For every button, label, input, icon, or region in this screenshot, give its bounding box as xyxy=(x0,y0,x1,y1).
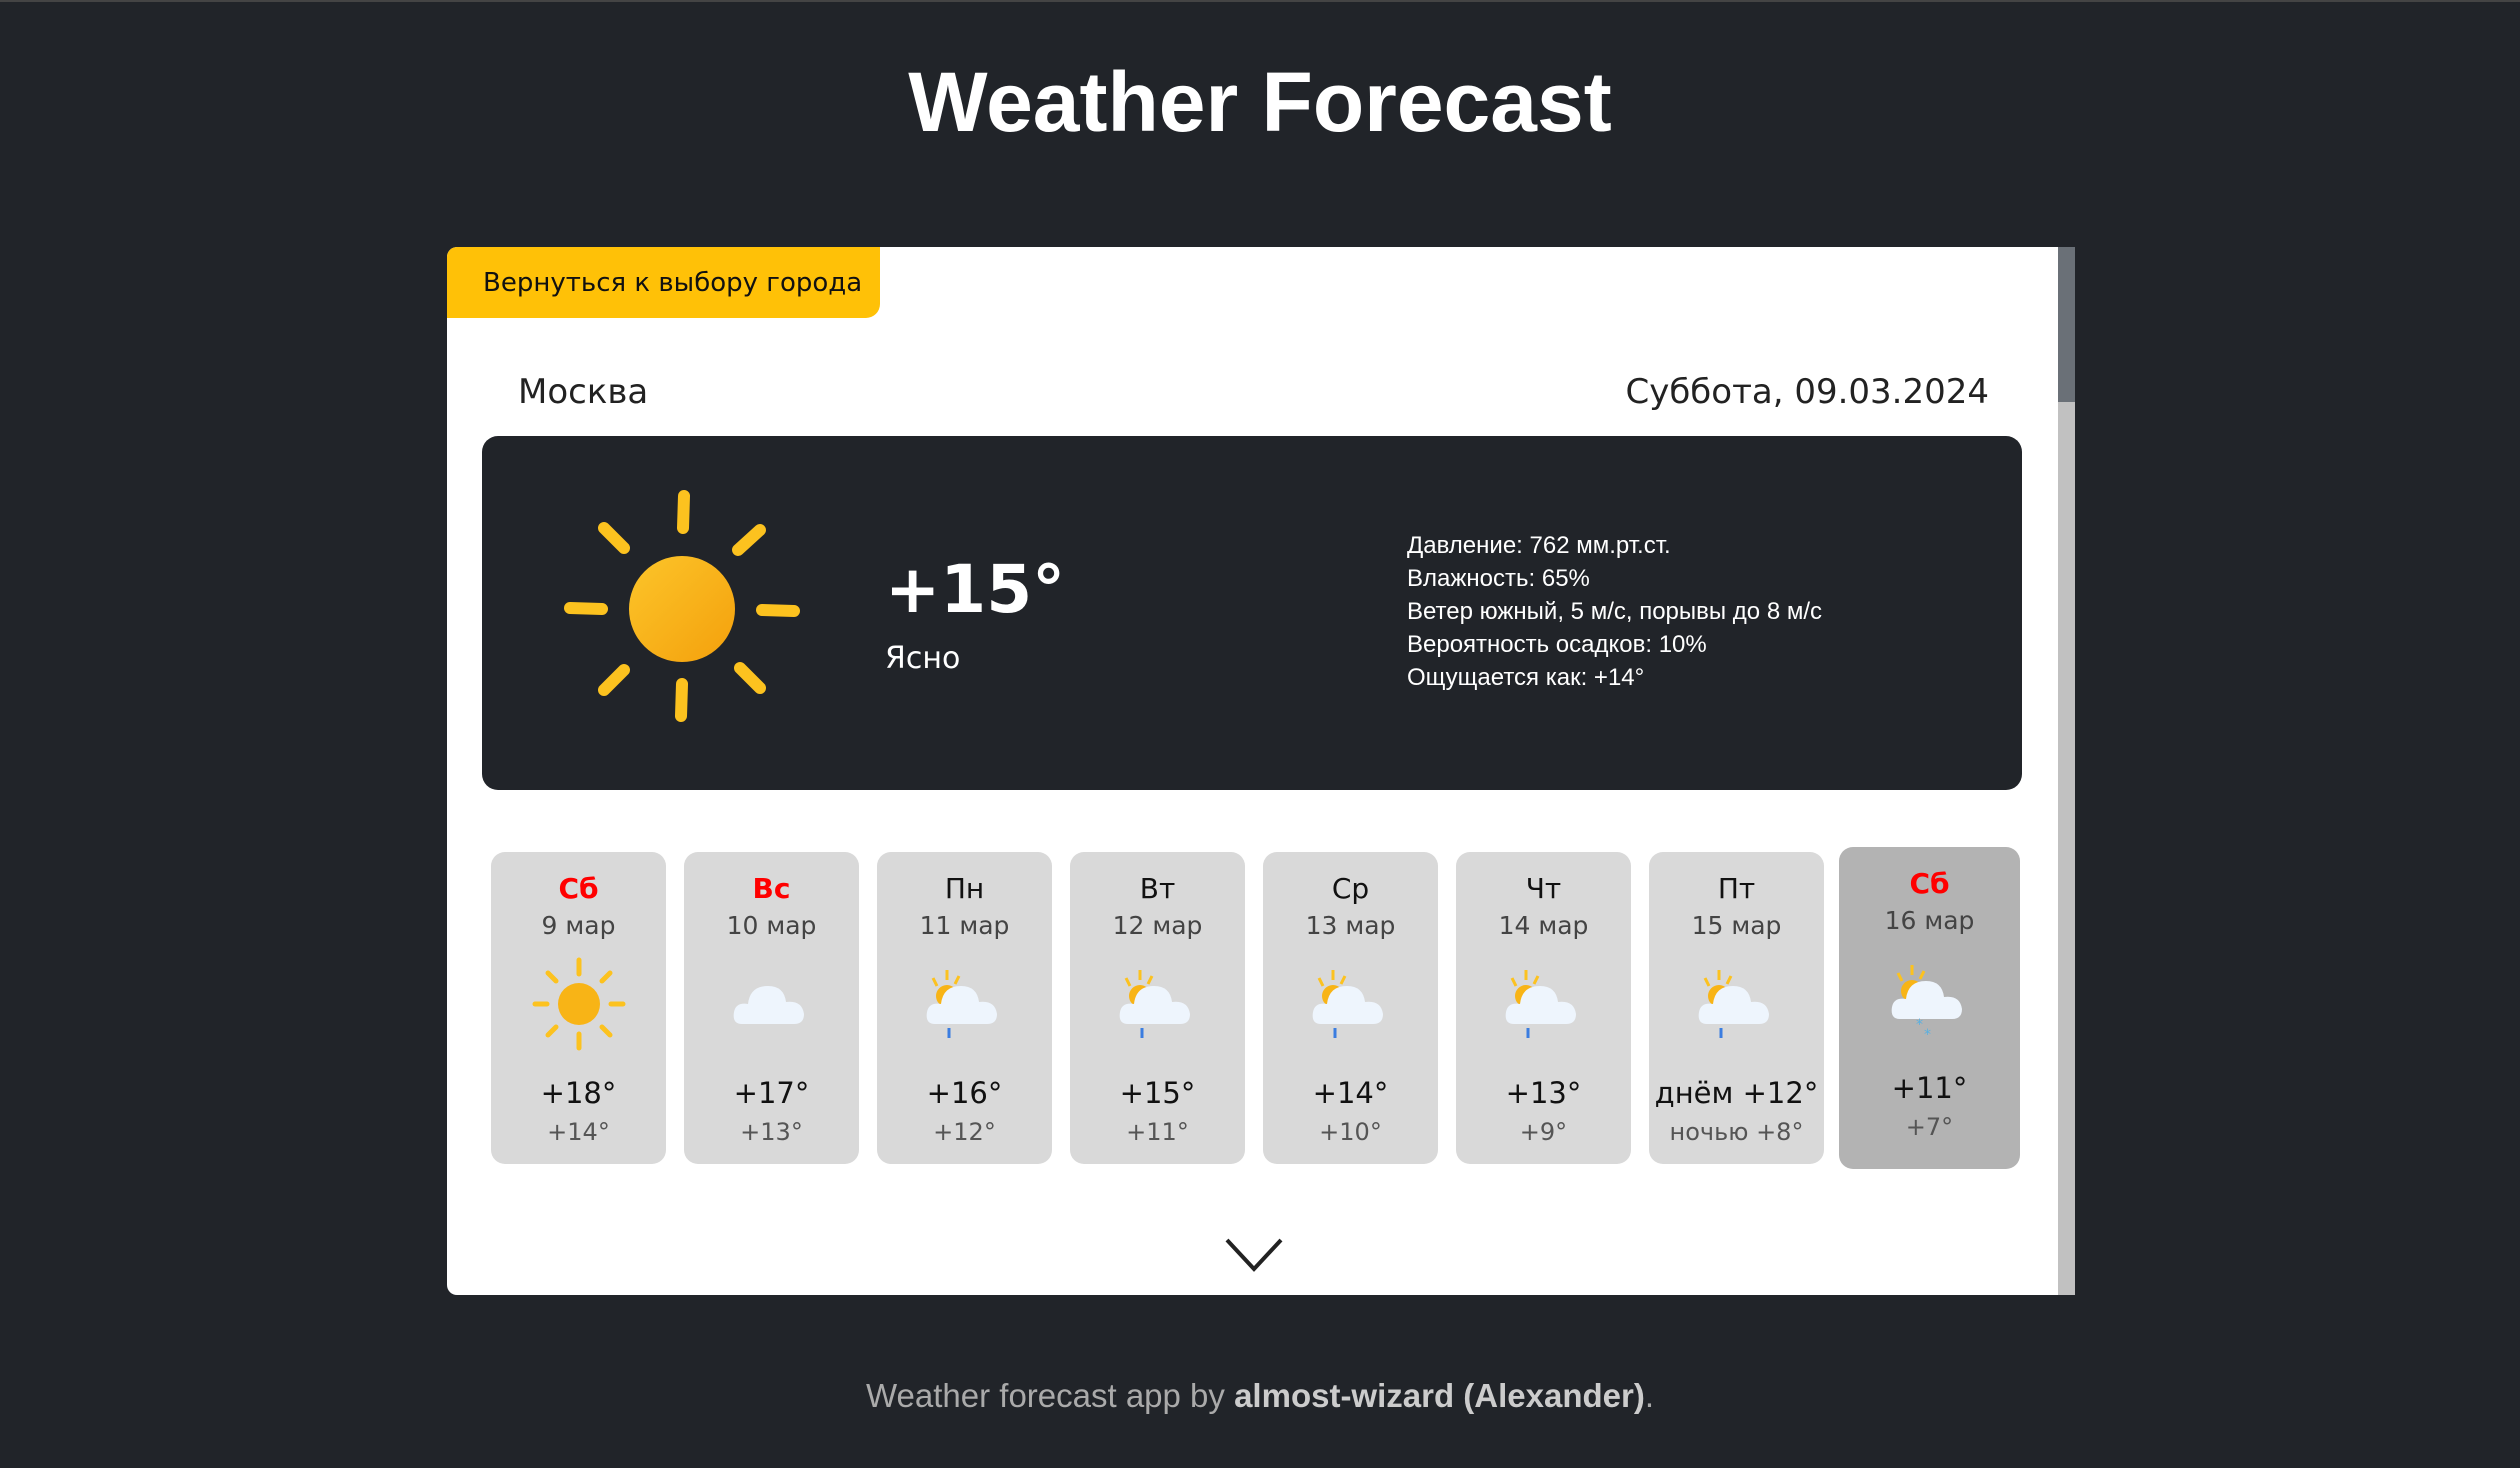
day-name: Пн xyxy=(944,872,985,905)
day-date: 16 мар xyxy=(1884,906,1975,935)
day-high-temp: +11° xyxy=(1891,1071,1968,1105)
day-high-temp: +15° xyxy=(1119,1076,1196,1110)
svg-text:*: * xyxy=(1924,1027,1931,1043)
day-low-temp: +7° xyxy=(1905,1113,1954,1141)
day-high-temp: +16° xyxy=(926,1076,1003,1110)
footer: Weather forecast app by almost-wizard (A… xyxy=(865,1377,1655,1414)
day-low-temp: +12° xyxy=(933,1118,996,1146)
day-card[interactable]: Чт 14 мар +13° +9° xyxy=(1456,852,1631,1164)
forecast-card: Вернуться к выбору города Москва Суббота… xyxy=(447,247,2075,1295)
sun-icon xyxy=(529,954,629,1054)
weather-details: Давление: 762 мм.рт.ст. Влажность: 65% В… xyxy=(1407,529,1822,694)
day-name: Вс xyxy=(752,872,791,905)
day-date: 13 мар xyxy=(1305,911,1396,940)
current-temperature: +15° xyxy=(885,551,1066,628)
day-date: 12 мар xyxy=(1112,911,1203,940)
day-name: Сб xyxy=(1909,867,1950,900)
precipitation: Вероятность осадков: 10% xyxy=(1407,631,1707,658)
sun-icon xyxy=(564,490,800,722)
day-date: 11 мар xyxy=(919,911,1010,940)
city-name: Москва xyxy=(518,372,649,412)
day-card[interactable]: Сб 9 мар +18° +14° xyxy=(491,852,666,1164)
day-date: 14 мар xyxy=(1498,911,1589,940)
day-low-temp: +13° xyxy=(740,1118,803,1146)
day-card[interactable]: Вс 10 мар +17° +13° xyxy=(684,852,859,1164)
day-low-temp: +9° xyxy=(1519,1118,1568,1146)
rain-icon xyxy=(1687,954,1787,1054)
pressure: Давление: 762 мм.рт.ст. xyxy=(1407,532,1671,559)
day-high-temp: +14° xyxy=(1312,1076,1389,1110)
back-to-city-button[interactable]: Вернуться к выбору города xyxy=(447,247,880,318)
day-high-temp: +17° xyxy=(733,1076,810,1110)
day-name: Сб xyxy=(558,872,599,905)
day-card[interactable]: Сб 16 мар * * +11° +7° xyxy=(1839,847,2020,1169)
svg-text:*: * xyxy=(1916,1017,1923,1033)
current-date: Суббота, 09.03.2024 xyxy=(1625,372,1989,412)
day-low-temp: +14° xyxy=(547,1118,610,1146)
day-low-temp: ночью +8° xyxy=(1669,1118,1804,1146)
day-card[interactable]: Вт 12 мар +15° +11° xyxy=(1070,852,1245,1164)
rain-icon xyxy=(1301,954,1401,1054)
snow-icon: * * xyxy=(1880,949,1980,1049)
day-high-temp: днём +12° xyxy=(1654,1076,1819,1110)
rain-icon xyxy=(1494,954,1594,1054)
day-date: 10 мар xyxy=(726,911,817,940)
wind: Ветер южный, 5 м/с, порывы до 8 м/с xyxy=(1407,598,1823,625)
day-date: 9 мар xyxy=(541,911,616,940)
chevron-down-icon[interactable] xyxy=(1224,1237,1284,1273)
day-low-temp: +10° xyxy=(1319,1118,1382,1146)
rain-icon xyxy=(915,954,1015,1054)
author-link[interactable]: almost-wizard (Alexander) xyxy=(1234,1377,1645,1414)
day-name: Ср xyxy=(1331,872,1370,905)
current-weather-panel: +15° Ясно Давление: 762 мм.рт.ст. Влажно… xyxy=(482,436,2022,790)
scrollbar-thumb[interactable] xyxy=(2058,247,2075,402)
rain-icon xyxy=(1108,954,1208,1054)
day-name: Вт xyxy=(1139,872,1176,905)
day-card[interactable]: Пн 11 мар +16° +12° xyxy=(877,852,1052,1164)
page-title: Weather Forecast xyxy=(908,55,1612,149)
humidity: Влажность: 65% xyxy=(1407,565,1590,592)
day-low-temp: +11° xyxy=(1126,1118,1189,1146)
scrollbar[interactable] xyxy=(2058,247,2075,1295)
feels-like: Ощущается как: +14° xyxy=(1407,664,1645,691)
cloud-icon xyxy=(722,954,822,1054)
current-condition: Ясно xyxy=(885,641,961,676)
day-card[interactable]: Ср 13 мар +14° +10° xyxy=(1263,852,1438,1164)
day-name: Чт xyxy=(1525,872,1562,905)
day-name: Пт xyxy=(1717,872,1756,905)
day-card[interactable]: Пт 15 мар днём +12° ночью +8° xyxy=(1649,852,1824,1164)
day-high-temp: +18° xyxy=(540,1076,617,1110)
day-date: 15 мар xyxy=(1691,911,1782,940)
day-high-temp: +13° xyxy=(1505,1076,1582,1110)
